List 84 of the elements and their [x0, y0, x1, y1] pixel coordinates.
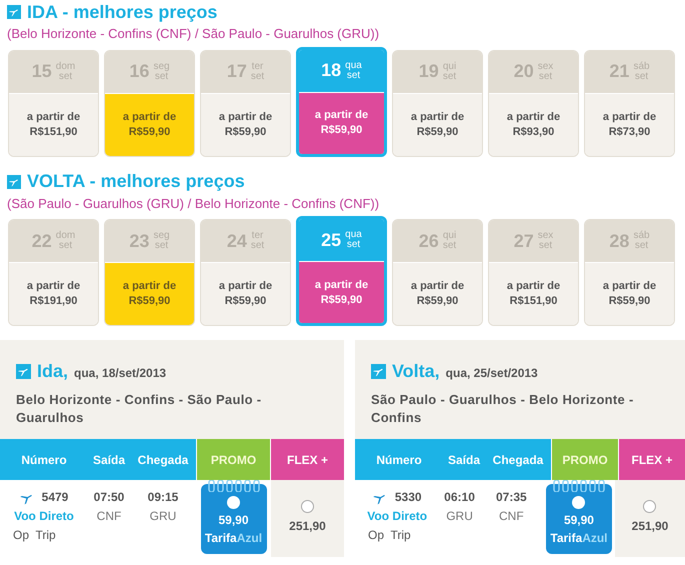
price-label: a partir de	[218, 279, 272, 294]
arrival-time: 09:15	[148, 489, 178, 506]
month: set	[346, 70, 360, 80]
column-header: FLEX +	[271, 439, 344, 480]
month: set	[346, 240, 360, 250]
column-header: Chegada	[136, 452, 190, 468]
price-label: a partir de	[602, 110, 656, 124]
price-label: a partir de	[122, 110, 176, 124]
price-label: a partir de	[218, 110, 272, 124]
airport-code: CNF	[96, 508, 122, 525]
column-header: PROMO	[197, 439, 270, 480]
column-header: Chegada	[492, 452, 544, 468]
price: R$151,90	[510, 294, 558, 309]
price-label: a partir de	[506, 110, 560, 124]
price: R$59,90	[320, 123, 362, 138]
price: R$151,90	[30, 124, 78, 140]
price: R$59,90	[320, 292, 362, 308]
price: R$59,90	[416, 124, 458, 140]
flex-price: 251,90	[632, 518, 668, 535]
column-header: Número	[20, 452, 68, 468]
price-label: a partir de	[410, 110, 464, 124]
plane-icon	[371, 364, 386, 379]
day-number: 18	[321, 59, 342, 82]
column-header: Número	[375, 452, 423, 468]
flight-title: Volta,	[392, 360, 440, 383]
price: R$59,90	[608, 294, 650, 309]
radio-button[interactable]	[227, 496, 240, 509]
column-header: Saída	[446, 452, 482, 468]
route-text: São Paulo - Guarulhos - Belo Horizonte - Confins	[371, 391, 635, 427]
section-title: VOLTA - melhores preços	[27, 170, 245, 193]
price: R$93,90	[512, 124, 554, 140]
price: R$191,90	[30, 294, 78, 309]
plane-icon	[16, 364, 31, 379]
price-label: a partir de	[602, 279, 656, 294]
column-header: Saída	[92, 452, 126, 468]
price-label: a partir de	[26, 110, 80, 124]
arrival-time: 07:35	[496, 489, 527, 506]
price-label: a partir de	[314, 108, 368, 123]
price-label: a partir de	[314, 278, 368, 292]
promo-price: 59,90	[218, 512, 249, 529]
radio-button[interactable]	[301, 500, 314, 513]
price-label: a partir de	[122, 279, 176, 294]
brand-text: TarifaAzul	[550, 530, 608, 547]
price: R$59,90	[416, 294, 458, 309]
price-label: a partir de	[26, 279, 80, 294]
flight-date: qua, 25/set/2013	[446, 365, 538, 382]
flight-date: qua, 18/set/2013	[74, 365, 166, 382]
operator: Op Trip	[367, 527, 411, 544]
radio-button[interactable]	[643, 500, 656, 513]
weekday: qua	[345, 60, 362, 70]
column-header: FLEX +	[619, 439, 685, 480]
price: R$59,90	[224, 294, 266, 309]
departure-time: 07:50	[94, 489, 124, 506]
price: R$59,90	[224, 124, 266, 140]
flight-title: Ida,	[37, 360, 68, 383]
airport-code: CNF	[498, 508, 524, 525]
flight-type: Voo Direto	[367, 508, 428, 525]
operator: Op Trip	[12, 527, 56, 544]
airport-code: GRU	[150, 508, 176, 525]
radio-button[interactable]	[572, 496, 586, 509]
flight-number: 5330	[394, 489, 422, 506]
airport-code: GRU	[446, 508, 473, 525]
promo-price: 59,90	[564, 512, 594, 529]
route-text: (São Paulo - Guarulhos (GRU) / Belo Horizonte - Confins (CNF))	[6, 194, 380, 213]
section-title: IDA - melhores preços	[27, 0, 218, 24]
flex-price: 251,90	[289, 518, 326, 535]
column-header: PROMO	[552, 439, 618, 480]
price-label: a partir de	[506, 279, 560, 294]
brand-text: TarifaAzul	[204, 530, 262, 547]
departure-time: 06:10	[444, 489, 475, 506]
flight-number: 5479	[42, 489, 68, 506]
price: R$59,90	[128, 294, 170, 309]
price: R$59,90	[128, 124, 170, 140]
price-label: a partir de	[410, 279, 464, 294]
spiral-binding-icon	[208, 480, 260, 492]
day-number: 25	[321, 228, 342, 252]
flight-type: Voo Direto	[14, 508, 74, 525]
route-text: Belo Horizonte - Confins - São Paulo - Guarulhos	[16, 391, 262, 427]
route-text: (Belo Horizonte - Confins (CNF) / São Paulo - Guarulhos (GRU))	[6, 25, 380, 43]
plane-icon	[7, 174, 21, 188]
price: R$73,90	[608, 124, 650, 140]
plane-icon	[7, 5, 21, 19]
weekday: qua	[345, 230, 362, 240]
spiral-binding-icon	[552, 480, 605, 492]
